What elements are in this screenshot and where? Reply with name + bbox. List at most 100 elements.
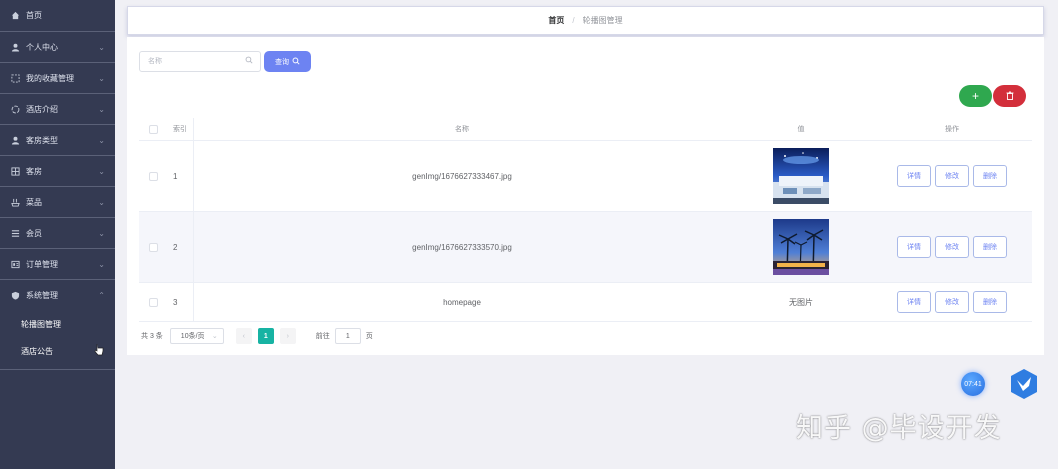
page-number-current[interactable]: 1 <box>257 328 274 344</box>
time-badge[interactable]: 07:41 <box>961 372 985 396</box>
sidebar-item-orders[interactable]: 订单管理 ⌄ <box>0 249 115 280</box>
plus-icon: + <box>971 89 979 103</box>
carousel-thumbnail[interactable] <box>773 219 829 275</box>
chevron-down-icon: ⌄ <box>98 105 105 114</box>
sidebar-item-system[interactable]: 系统管理 ⌃ <box>0 280 115 311</box>
order-icon <box>11 260 20 269</box>
column-header-name: 名称 <box>455 126 469 133</box>
prev-page-button[interactable]: ‹ <box>235 328 252 344</box>
sidebar: 首页 个人中心 ⌄ 我的收藏管理 ⌄ 酒店介绍 ⌄ 客房类型 ⌄ 客房 ⌄ 菜品… <box>0 0 115 469</box>
sidebar-subitem-label: 酒店公告 <box>21 347 53 356</box>
user-icon <box>11 43 20 52</box>
sidebar-item-member[interactable]: 会员 ⌄ <box>0 218 115 249</box>
chevron-down-icon: ⌄ <box>98 136 105 145</box>
chevron-down-icon: ⌄ <box>98 260 105 269</box>
chevron-down-icon: ⌄ <box>98 74 105 83</box>
breadcrumb-current: 轮播图管理 <box>582 16 623 25</box>
carousel-thumbnail[interactable] <box>773 148 829 204</box>
edit-button[interactable]: 修改 <box>935 165 969 187</box>
sidebar-item-label: 菜品 <box>26 197 42 207</box>
collection-icon <box>11 73 20 83</box>
delete-button[interactable]: 删除 <box>973 165 1007 187</box>
pagination-total: 共 3 条 <box>141 333 163 340</box>
trash-icon <box>1006 91 1014 102</box>
carousel-table: 索引 名称 值 操作 1 genImg/1676627333467.jpg 详情… <box>139 118 1032 322</box>
detail-button[interactable]: 详情 <box>897 291 931 313</box>
sidebar-item-label: 酒店介绍 <box>26 104 58 114</box>
search-field[interactable] <box>139 51 261 72</box>
sidebar-item-room-type[interactable]: 客房类型 ⌄ <box>0 125 115 156</box>
goto-label: 前往 <box>315 333 330 340</box>
chevron-down-icon: ⌄ <box>98 43 105 52</box>
sidebar-item-label: 会员 <box>26 228 42 238</box>
sidebar-item-label: 订单管理 <box>26 259 58 269</box>
row-no-picture: 无图片 <box>789 297 813 307</box>
sidebar-item-room[interactable]: 客房 ⌄ <box>0 156 115 187</box>
row-name: genImg/1676627333570.jpg <box>412 242 512 252</box>
next-page-button[interactable]: › <box>279 328 296 344</box>
row-name: homepage <box>443 297 481 307</box>
edit-button[interactable]: 修改 <box>935 291 969 313</box>
search-input[interactable] <box>148 52 244 71</box>
row-checkbox[interactable] <box>148 171 158 181</box>
sidebar-item-label: 系统管理 <box>26 291 58 300</box>
page-size-value: 10条/页 <box>180 333 205 340</box>
sidebar-item-label: 客房 <box>26 166 42 176</box>
column-header-picture: 值 <box>797 126 805 133</box>
column-header-actions: 操作 <box>945 126 959 133</box>
detail-button[interactable]: 详情 <box>897 236 931 258</box>
goto-unit: 页 <box>365 333 373 340</box>
circle-icon <box>11 105 20 114</box>
breadcrumb: 首页 / 轮播图管理 <box>127 6 1044 35</box>
goto-page-input[interactable]: 1 <box>334 328 361 344</box>
table-row: 3 homepage 无图片 详情 修改 删除 <box>139 283 1032 322</box>
column-header-index: 索引 <box>173 126 187 133</box>
sidebar-item-label: 首页 <box>26 11 42 20</box>
query-button[interactable]: 查询 <box>264 51 311 72</box>
sidebar-item-collection[interactable]: 我的收藏管理 ⌄ <box>0 63 115 94</box>
page-size-select[interactable]: 10条/页 ⌄ <box>169 328 224 344</box>
search-icon <box>292 57 300 67</box>
shield-icon <box>11 291 20 300</box>
delete-button[interactable]: 删除 <box>973 291 1007 313</box>
table-row: 2 genImg/1676627333570.jpg 详情 修改 删除 <box>139 212 1032 283</box>
sidebar-item-label: 客房类型 <box>26 135 58 145</box>
sidebar-item-dishes[interactable]: 菜品 ⌄ <box>0 187 115 218</box>
cursor-icon <box>94 343 104 359</box>
row-index: 2 <box>173 242 178 252</box>
chevron-down-icon: ⌄ <box>98 167 105 176</box>
breadcrumb-home[interactable]: 首页 <box>548 15 564 26</box>
bird-logo-icon[interactable] <box>1009 368 1039 400</box>
home-icon <box>11 11 20 20</box>
list-icon <box>11 229 20 238</box>
sidebar-item-home[interactable]: 首页 <box>0 0 115 32</box>
select-all-checkbox[interactable] <box>148 124 158 134</box>
row-checkbox[interactable] <box>148 297 158 307</box>
row-index: 1 <box>173 171 178 181</box>
sidebar-item-label: 个人中心 <box>26 42 58 52</box>
watermark: 知乎 @毕设开发 <box>796 413 1002 444</box>
breadcrumb-separator: / <box>572 16 575 25</box>
chevron-up-icon: ⌃ <box>98 291 105 300</box>
row-checkbox[interactable] <box>148 242 158 252</box>
chevron-down-icon: ⌄ <box>98 229 105 238</box>
query-button-label: 查询 <box>275 58 289 66</box>
table-row: 1 genImg/1676627333467.jpg 详情 修改 删除 <box>139 141 1032 212</box>
row-name: genImg/1676627333467.jpg <box>412 171 512 181</box>
delete-button[interactable]: 删除 <box>973 236 1007 258</box>
edit-button[interactable]: 修改 <box>935 236 969 258</box>
row-index: 3 <box>173 297 178 307</box>
sidebar-item-personal-center[interactable]: 个人中心 ⌄ <box>0 32 115 63</box>
table-header: 索引 名称 值 操作 <box>139 118 1032 141</box>
batch-delete-button[interactable] <box>993 85 1026 107</box>
detail-button[interactable]: 详情 <box>897 165 931 187</box>
add-button[interactable]: + <box>959 85 992 107</box>
dish-icon <box>11 198 20 207</box>
grid-icon <box>11 166 20 176</box>
chevron-down-icon: ⌄ <box>211 333 218 340</box>
sidebar-item-hotel-intro[interactable]: 酒店介绍 ⌄ <box>0 94 115 125</box>
sidebar-item-label: 我的收藏管理 <box>26 73 74 83</box>
sidebar-subitem-carousel[interactable]: 轮播图管理 <box>0 311 115 338</box>
main-panel: 查询 + 索引 名称 值 操作 1 genImg/1676627333467.j… <box>127 37 1044 355</box>
sidebar-subitem-label: 轮播图管理 <box>21 320 61 329</box>
